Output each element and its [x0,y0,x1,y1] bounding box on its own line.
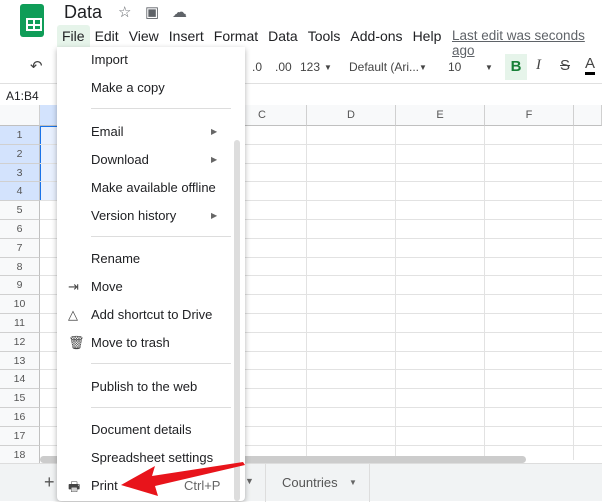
annotation-arrow-shape [121,462,245,496]
annotation-arrow [121,462,245,496]
